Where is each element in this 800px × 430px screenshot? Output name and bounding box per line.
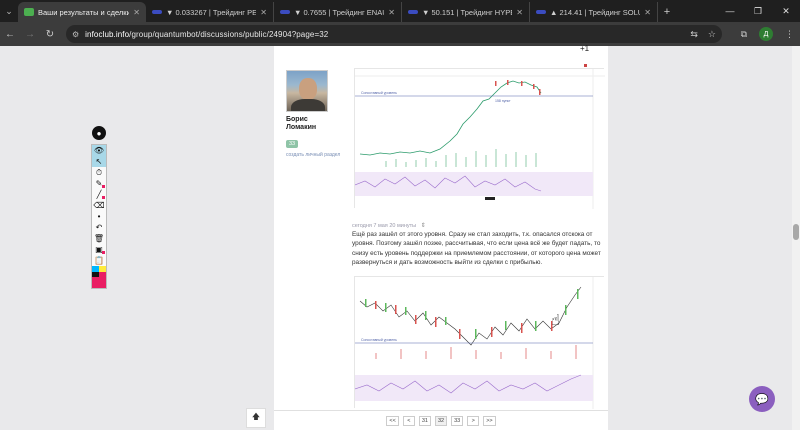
- page-32-button[interactable]: 32: [434, 415, 448, 426]
- maximize-icon[interactable]: ❐: [744, 0, 772, 22]
- close-window-icon[interactable]: ✕: [772, 0, 800, 22]
- avatar[interactable]: [286, 70, 328, 112]
- url-input[interactable]: ⚙ infoclub.info/group/quantumbot/discuss…: [66, 25, 722, 43]
- timer-icon[interactable]: ⏱: [92, 167, 106, 178]
- tab-bar: ⌄ Ваши результаты и сделки ✕ ▼ 0.033267 …: [0, 0, 800, 22]
- page-33-button[interactable]: 33: [451, 415, 464, 426]
- url-path: /group/quantumbot/discussions/public/249…: [129, 29, 329, 39]
- hand-cursor-icon: ☝: [551, 312, 561, 329]
- tab-title: Ваши результаты и сделки: [38, 7, 130, 17]
- dot-icon[interactable]: •: [92, 211, 106, 222]
- tab-hypeusdt[interactable]: ▼ 50.151 | Трейдинг HYPEUSDT | ✕: [402, 2, 530, 22]
- next-page-button[interactable]: >: [467, 415, 480, 426]
- tradingview-tab-icon: [408, 10, 418, 14]
- tradingview-tab-icon: [536, 10, 546, 14]
- close-tab-icon[interactable]: ✕: [644, 8, 651, 17]
- author-first-name: Борис: [286, 116, 308, 123]
- chart-1-svg: Сопоставный уровень 158 пункт: [354, 69, 605, 209]
- address-bar: ← → ↻ ⚙ infoclub.info/group/quantumbot/d…: [0, 22, 800, 46]
- window-controls: — ❐ ✕: [716, 0, 800, 22]
- tab-title: ▼ 50.151 | Трейдинг HYPEUSDT |: [422, 7, 512, 17]
- chat-widget-button[interactable]: 💬: [749, 386, 775, 412]
- tab-penguusdt[interactable]: ▼ 0.033267 | Трейдинг PENGUUSDT ✕: [146, 2, 274, 22]
- scrollbar-thumb[interactable]: [793, 224, 799, 240]
- chart-2-support-label: Сопоставный уровень: [361, 338, 397, 342]
- chart-image-1[interactable]: Сопоставный уровень 158 пункт: [354, 68, 605, 209]
- undo-icon[interactable]: ↶: [92, 222, 106, 233]
- pen-icon[interactable]: ✎: [92, 178, 106, 189]
- line-icon[interactable]: ╱: [92, 189, 106, 200]
- tab-results[interactable]: Ваши результаты и сделки ✕: [18, 2, 146, 22]
- url-text: infoclub.info/group/quantumbot/discussio…: [85, 30, 328, 39]
- tradingview-tab-icon: [280, 10, 290, 14]
- post-text: Ещё раз зашёл от этого уровня. Сразу не …: [352, 231, 601, 267]
- chart-image-2[interactable]: Сопоставный уровень ☝: [354, 276, 605, 409]
- vote-arrows-icon[interactable]: ⇕: [421, 223, 426, 229]
- author-badge: 33: [286, 140, 299, 148]
- camera-icon[interactable]: ▣: [92, 244, 106, 255]
- menu-dots-icon[interactable]: ⋮: [785, 29, 794, 40]
- tab-enausdt[interactable]: ▼ 0.7655 | Трейдинг ENAUSDT | E ✕: [274, 2, 402, 22]
- first-page-button[interactable]: <<: [386, 415, 399, 426]
- pointer-icon[interactable]: ↖: [92, 156, 106, 167]
- color-swatches[interactable]: [92, 266, 106, 288]
- back-icon[interactable]: ←: [0, 22, 20, 46]
- close-tab-icon[interactable]: ✕: [388, 8, 395, 17]
- new-tab-button[interactable]: +: [658, 2, 676, 22]
- trash-icon[interactable]: 🗑: [92, 233, 106, 244]
- annotation-toolbar: ● 👁 ↖ ⏱ ✎ ╱ ⌫ • ↶ 🗑 ▣ 📋: [91, 126, 107, 289]
- close-tab-icon[interactable]: ✕: [516, 8, 523, 17]
- plus-one-label: +1: [580, 44, 590, 53]
- marker-icon: [584, 64, 587, 67]
- green-tab-icon: [24, 8, 34, 16]
- site-settings-icon[interactable]: ⚙: [72, 30, 79, 39]
- forward-icon[interactable]: →: [20, 22, 40, 46]
- page-scrollbar[interactable]: [792, 46, 800, 430]
- scroll-to-top-button[interactable]: 🡅: [246, 408, 266, 428]
- pagination: << < 31 32 33 > >>: [274, 410, 608, 430]
- discussion-content: +1 Борис Ломакин 33 создать личный разде…: [274, 44, 608, 430]
- tab-title: ▲ 214.41 | Трейдинг SOLUSDT | E: [550, 7, 640, 17]
- chart-2-svg: Сопоставный уровень: [354, 277, 605, 409]
- tradingview-tab-icon: [152, 10, 162, 14]
- send-message-link[interactable]: создать личный раздел: [286, 152, 356, 158]
- post-meta: сегодня 7 мая 20 минуты ⇕: [352, 222, 426, 229]
- eraser-icon[interactable]: ⌫: [92, 200, 106, 211]
- close-tab-icon[interactable]: ✕: [133, 8, 140, 17]
- page-31-button[interactable]: 31: [418, 415, 431, 426]
- author-name[interactable]: Борис Ломакин: [286, 116, 356, 132]
- tab-title: ▼ 0.7655 | Трейдинг ENAUSDT | E: [294, 7, 384, 17]
- annotation-logo-icon[interactable]: ●: [92, 126, 106, 140]
- eye-icon[interactable]: 👁: [92, 145, 106, 156]
- minimize-icon[interactable]: —: [716, 0, 744, 22]
- close-tab-icon[interactable]: ✕: [260, 8, 267, 17]
- profile-avatar[interactable]: Д: [759, 27, 773, 41]
- chart-1-mid-label: 158 пункт: [495, 99, 511, 103]
- annotation-tools: 👁 ↖ ⏱ ✎ ╱ ⌫ • ↶ 🗑 ▣ 📋: [91, 144, 107, 289]
- post-date: сегодня 7 мая 20 минуты: [352, 223, 417, 229]
- reload-icon[interactable]: ↻: [40, 22, 60, 46]
- translate-icon[interactable]: ⇆: [690, 29, 698, 40]
- tab-title: ▼ 0.033267 | Трейдинг PENGUUSDT: [166, 7, 257, 17]
- clipboard-icon[interactable]: 📋: [92, 255, 106, 266]
- bookmark-star-icon[interactable]: ☆: [708, 29, 716, 40]
- tab-search-icon[interactable]: ⌄: [0, 0, 18, 22]
- author-last-name: Ломакин: [286, 124, 317, 131]
- url-domain: infoclub.info: [85, 29, 130, 39]
- page-viewport: +1 Борис Ломакин 33 создать личный разде…: [0, 44, 800, 430]
- chart-1-support-label: Сопоставный уровень: [361, 91, 397, 95]
- tab-solusdt[interactable]: ▲ 214.41 | Трейдинг SOLUSDT | E ✕: [530, 2, 658, 22]
- prev-page-button[interactable]: <: [402, 415, 415, 426]
- extensions-icon[interactable]: ⧉: [741, 29, 747, 40]
- last-page-button[interactable]: >>: [483, 415, 496, 426]
- author-card: Борис Ломакин 33 создать личный раздел: [286, 70, 356, 158]
